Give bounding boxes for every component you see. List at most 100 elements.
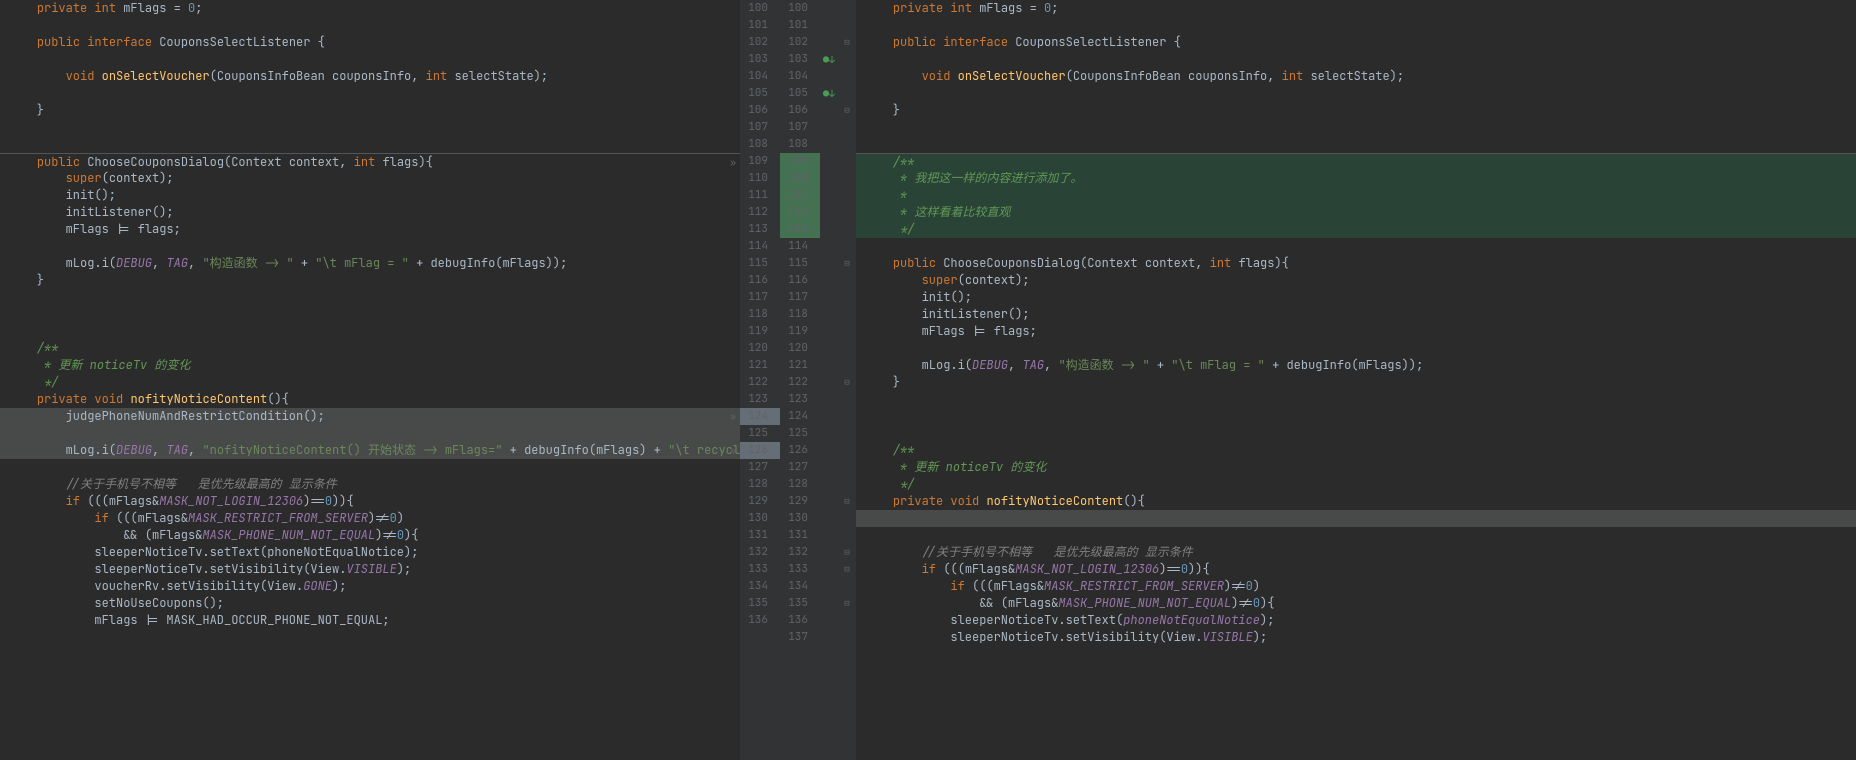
line-number-left[interactable]: 111: [740, 187, 780, 204]
code-line[interactable]: [856, 391, 1856, 408]
line-number-left[interactable]: 128: [740, 476, 780, 493]
fold-minus-icon[interactable]: ⊟: [844, 595, 849, 612]
code-line[interactable]: if (((mFlags&MASK_RESTRICT_FROM_SERVER)!…: [856, 578, 1856, 595]
gutter-fold[interactable]: [838, 340, 856, 357]
line-number-left[interactable]: 113: [740, 221, 780, 238]
code-line[interactable]: public ChooseCouponsDialog(Context conte…: [856, 255, 1856, 272]
line-number-left[interactable]: 106: [740, 102, 780, 119]
code-line[interactable]: initListener();: [856, 306, 1856, 323]
line-number-left[interactable]: 100: [740, 0, 780, 17]
line-number-left[interactable]: [740, 629, 780, 646]
line-number-right[interactable]: 131: [780, 527, 820, 544]
code-line[interactable]: [856, 510, 1856, 527]
code-line[interactable]: */: [856, 476, 1856, 493]
gutter-fold[interactable]: [838, 136, 856, 153]
code-line[interactable]: if (((mFlags&MASK_NOT_LOGIN_12306)==0)){: [856, 561, 1856, 578]
line-number-right[interactable]: 126: [780, 442, 820, 459]
gutter-fold[interactable]: [838, 221, 856, 238]
code-line[interactable]: void onSelectVoucher(CouponsInfoBean cou…: [0, 68, 740, 85]
gutter-fold[interactable]: [838, 459, 856, 476]
line-number-right[interactable]: 111: [780, 187, 820, 204]
code-line[interactable]: private void nofityNoticeContent(){: [856, 493, 1856, 510]
line-number-left[interactable]: 136: [740, 612, 780, 629]
code-line[interactable]: super(context);: [0, 170, 740, 187]
line-number-left[interactable]: 105: [740, 85, 780, 102]
code-line[interactable]: /**: [856, 153, 1856, 170]
code-line[interactable]: [0, 289, 740, 306]
gutter-fold[interactable]: [838, 357, 856, 374]
line-number-right[interactable]: 119: [780, 323, 820, 340]
line-number-left[interactable]: 129: [740, 493, 780, 510]
code-line[interactable]: && (mFlags&MASK_PHONE_NUM_NOT_EQUAL)!=0)…: [0, 527, 740, 544]
line-number-left[interactable]: 126: [740, 442, 780, 459]
gutter-fold[interactable]: [838, 187, 856, 204]
gutter-fold[interactable]: [838, 306, 856, 323]
line-number-right[interactable]: 102: [780, 34, 820, 51]
gutter-fold[interactable]: [838, 629, 856, 646]
code-line[interactable]: * 更新 noticeTv 的变化: [856, 459, 1856, 476]
line-number-right[interactable]: 103: [780, 51, 820, 68]
right-code-pane[interactable]: private int mFlags = 0; public interface…: [856, 0, 1856, 760]
code-line[interactable]: initListener();: [0, 204, 740, 221]
code-line[interactable]: }: [0, 102, 740, 119]
line-number-left[interactable]: 117: [740, 289, 780, 306]
line-number-right[interactable]: 120: [780, 340, 820, 357]
line-number-right[interactable]: 114: [780, 238, 820, 255]
code-line[interactable]: [856, 527, 1856, 544]
line-number-right[interactable]: 117: [780, 289, 820, 306]
line-number-right[interactable]: 110: [780, 170, 820, 187]
code-line[interactable]: mFlags |= flags;: [856, 323, 1856, 340]
line-number-left[interactable]: 103: [740, 51, 780, 68]
gutter-fold[interactable]: [838, 68, 856, 85]
expand-chevron-icon[interactable]: »: [730, 442, 736, 459]
code-line[interactable]: voucherRv.setVisibility(View.GONE);: [0, 578, 740, 595]
line-number-right[interactable]: 134: [780, 578, 820, 595]
code-line[interactable]: private int mFlags = 0;: [0, 0, 740, 17]
gutter-fold[interactable]: [838, 85, 856, 102]
line-number-right[interactable]: 113: [780, 221, 820, 238]
gutter-fold[interactable]: [838, 442, 856, 459]
gutter-fold[interactable]: [838, 119, 856, 136]
gutter-fold[interactable]: [838, 578, 856, 595]
code-line[interactable]: if (((mFlags&MASK_RESTRICT_FROM_SERVER)!…: [0, 510, 740, 527]
code-line[interactable]: * 这样看着比较直观: [856, 204, 1856, 221]
line-number-left[interactable]: 132: [740, 544, 780, 561]
line-number-right[interactable]: 135: [780, 595, 820, 612]
line-number-right[interactable]: 104: [780, 68, 820, 85]
code-line[interactable]: [0, 425, 740, 442]
line-number-left[interactable]: 112: [740, 204, 780, 221]
gutter-fold[interactable]: [838, 0, 856, 17]
line-number-right[interactable]: 121: [780, 357, 820, 374]
code-line[interactable]: *: [856, 187, 1856, 204]
line-number-right[interactable]: 124: [780, 408, 820, 425]
code-line[interactable]: //关于手机号不相等 是优先级最高的 显示条件: [856, 544, 1856, 561]
code-line[interactable]: sleeperNoticeTv.setText(phoneNotEqualNot…: [0, 544, 740, 561]
line-number-left[interactable]: 133: [740, 561, 780, 578]
fold-minus-icon[interactable]: ⊟: [844, 102, 849, 119]
code-line[interactable]: judgePhoneNumAndRestrictCondition();»: [0, 408, 740, 425]
line-number-right[interactable]: 128: [780, 476, 820, 493]
code-line[interactable]: /**: [856, 442, 1856, 459]
code-line[interactable]: }: [0, 272, 740, 289]
gutter-fold[interactable]: ⊟: [838, 102, 856, 119]
code-line[interactable]: }: [856, 102, 1856, 119]
code-line[interactable]: [856, 136, 1856, 153]
line-number-left[interactable]: 118: [740, 306, 780, 323]
code-line[interactable]: [0, 238, 740, 255]
code-line[interactable]: [0, 85, 740, 102]
gutter-fold[interactable]: [838, 170, 856, 187]
code-line[interactable]: mFlags |= MASK_HAD_OCCUR_PHONE_NOT_EQUAL…: [0, 612, 740, 629]
fold-minus-icon[interactable]: ⊟: [844, 561, 849, 578]
line-number-right[interactable]: 130: [780, 510, 820, 527]
gutter-fold[interactable]: ⊟: [838, 561, 856, 578]
line-number-left[interactable]: 102: [740, 34, 780, 51]
green-down-arrow-icon[interactable]: ●↓: [823, 85, 835, 102]
line-number-left[interactable]: 121: [740, 357, 780, 374]
code-line[interactable]: mLog.i(DEBUG, TAG, "构造函数 -> " + "\t mFla…: [0, 255, 740, 272]
code-line[interactable]: [0, 323, 740, 340]
code-line[interactable]: [0, 119, 740, 136]
fold-minus-icon[interactable]: ⊟: [844, 493, 849, 510]
line-number-left[interactable]: 120: [740, 340, 780, 357]
fold-minus-icon[interactable]: ⊟: [844, 34, 849, 51]
code-line[interactable]: [0, 17, 740, 34]
